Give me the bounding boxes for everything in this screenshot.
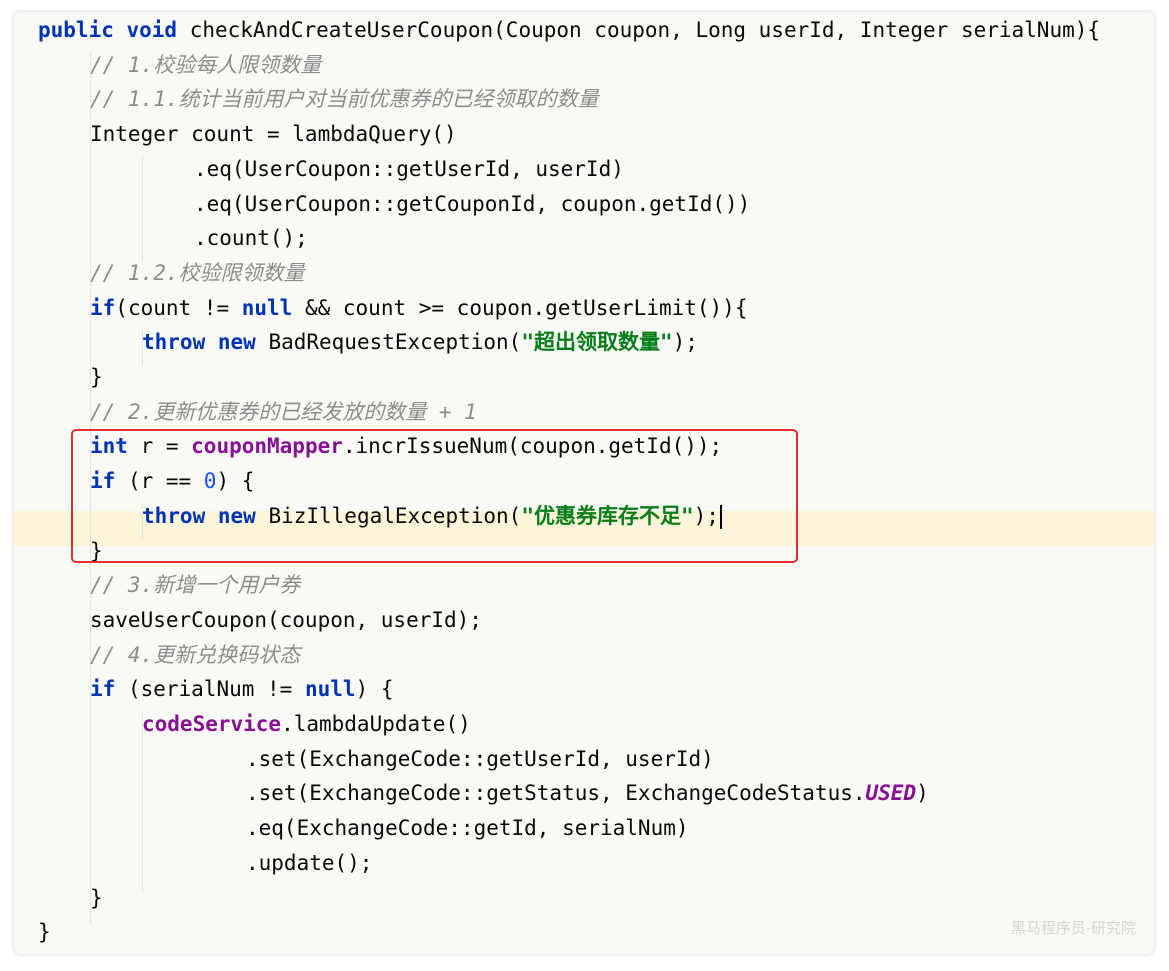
code-token: checkAndCreateUserCoupon(Coupon coupon, … xyxy=(189,18,1101,42)
code-line[interactable]: if (serialNum != null) { xyxy=(90,672,393,707)
code-line[interactable]: } xyxy=(90,360,103,395)
code-line[interactable]: .set(ExchangeCode::getStatus, ExchangeCo… xyxy=(246,776,929,811)
code-line[interactable]: .count(); xyxy=(194,221,308,256)
code-token: // 1.2.校验限领数量 xyxy=(90,260,305,285)
code-line[interactable]: public void checkAndCreateUserCoupon(Cou… xyxy=(38,13,1100,48)
code-token: ) xyxy=(916,781,929,806)
code-line[interactable]: } xyxy=(90,881,103,916)
code-token: USED xyxy=(865,781,917,806)
annotation-highlight-box xyxy=(71,429,798,563)
code-line[interactable]: } xyxy=(38,915,51,950)
code-line[interactable]: .update(); xyxy=(246,846,372,881)
code-token: null xyxy=(241,295,293,320)
code-token: } xyxy=(90,365,103,389)
code-line[interactable]: .eq(UserCoupon::getCouponId, coupon.getI… xyxy=(194,187,750,222)
indent-guide xyxy=(142,156,143,262)
code-line[interactable]: // 2.更新优惠券的已经发放的数量 + 1 xyxy=(90,395,477,430)
code-token: // 1.校验每人限领数量 xyxy=(90,52,322,77)
code-token: ); xyxy=(672,330,698,355)
code-token: .count(); xyxy=(194,226,308,251)
code-token: saveUserCoupon(coupon, userId); xyxy=(90,607,482,632)
code-token: public void xyxy=(38,18,190,42)
code-token: if xyxy=(90,677,128,702)
code-line[interactable]: codeService.lambdaUpdate() xyxy=(142,707,471,742)
code-line[interactable]: Integer count = lambdaQuery() xyxy=(90,117,457,152)
code-token: .set(ExchangeCode::getStatus, ExchangeCo… xyxy=(246,781,866,806)
code-token: // 4.更新兑换码状态 xyxy=(90,642,301,667)
code-line[interactable]: // 4.更新兑换码状态 xyxy=(90,638,300,673)
code-token: Integer count = lambdaQuery() xyxy=(90,122,457,147)
code-token: .set(ExchangeCode::getUserId, userId) xyxy=(246,746,714,771)
code-token: // 3.新增一个用户券 xyxy=(90,573,301,598)
code-line[interactable]: .eq(ExchangeCode::getId, serialNum) xyxy=(246,811,689,846)
code-token: } xyxy=(90,885,103,910)
code-editor[interactable]: public void checkAndCreateUserCoupon(Cou… xyxy=(14,12,1154,954)
code-token: && count >= coupon.getUserLimit()){ xyxy=(292,295,748,320)
code-line[interactable]: // 1.2.校验限领数量 xyxy=(90,256,305,291)
watermark: 黑马程序员-研究院 xyxy=(1010,919,1136,937)
code-line[interactable]: // 3.新增一个用户券 xyxy=(90,568,300,603)
code-token: // 2.更新优惠券的已经发放的数量 + 1 xyxy=(90,399,477,424)
code-line[interactable]: if(count != null && count >= coupon.getU… xyxy=(90,291,747,326)
code-line[interactable]: // 1.校验每人限领数量 xyxy=(90,48,321,83)
code-line[interactable]: .eq(UserCoupon::getUserId, userId) xyxy=(194,152,624,187)
code-token: // 1.1.统计当前用户对当前优惠券的已经领取的数量 xyxy=(90,87,599,112)
code-line[interactable]: saveUserCoupon(coupon, userId); xyxy=(90,603,482,638)
code-token: .update(); xyxy=(246,850,373,875)
code-token: codeService xyxy=(142,712,282,736)
screenshot-canvas: public void checkAndCreateUserCoupon(Cou… xyxy=(0,0,1169,971)
code-token: ) { xyxy=(355,677,394,702)
code-token: "超出领取数量" xyxy=(521,330,673,355)
code-token: .eq(UserCoupon::getCouponId, coupon.getI… xyxy=(194,191,751,216)
code-token: if xyxy=(90,295,116,320)
code-token: (serialNum != xyxy=(127,677,305,702)
code-token: .eq(UserCoupon::getUserId, userId) xyxy=(194,156,624,181)
code-token: null xyxy=(304,677,356,702)
code-token: throw new xyxy=(142,330,269,355)
code-line[interactable]: // 1.1.统计当前用户对当前优惠券的已经领取的数量 xyxy=(90,82,599,117)
code-token: BadRequestException( xyxy=(268,330,522,355)
code-token: .lambdaUpdate() xyxy=(281,712,471,736)
code-token: } xyxy=(38,920,51,945)
code-line[interactable]: throw new BadRequestException("超出领取数量"); xyxy=(142,325,698,360)
code-token: (count != xyxy=(115,295,242,320)
code-token: .eq(ExchangeCode::getId, serialNum) xyxy=(246,816,689,841)
code-line[interactable]: .set(ExchangeCode::getUserId, userId) xyxy=(246,742,714,777)
